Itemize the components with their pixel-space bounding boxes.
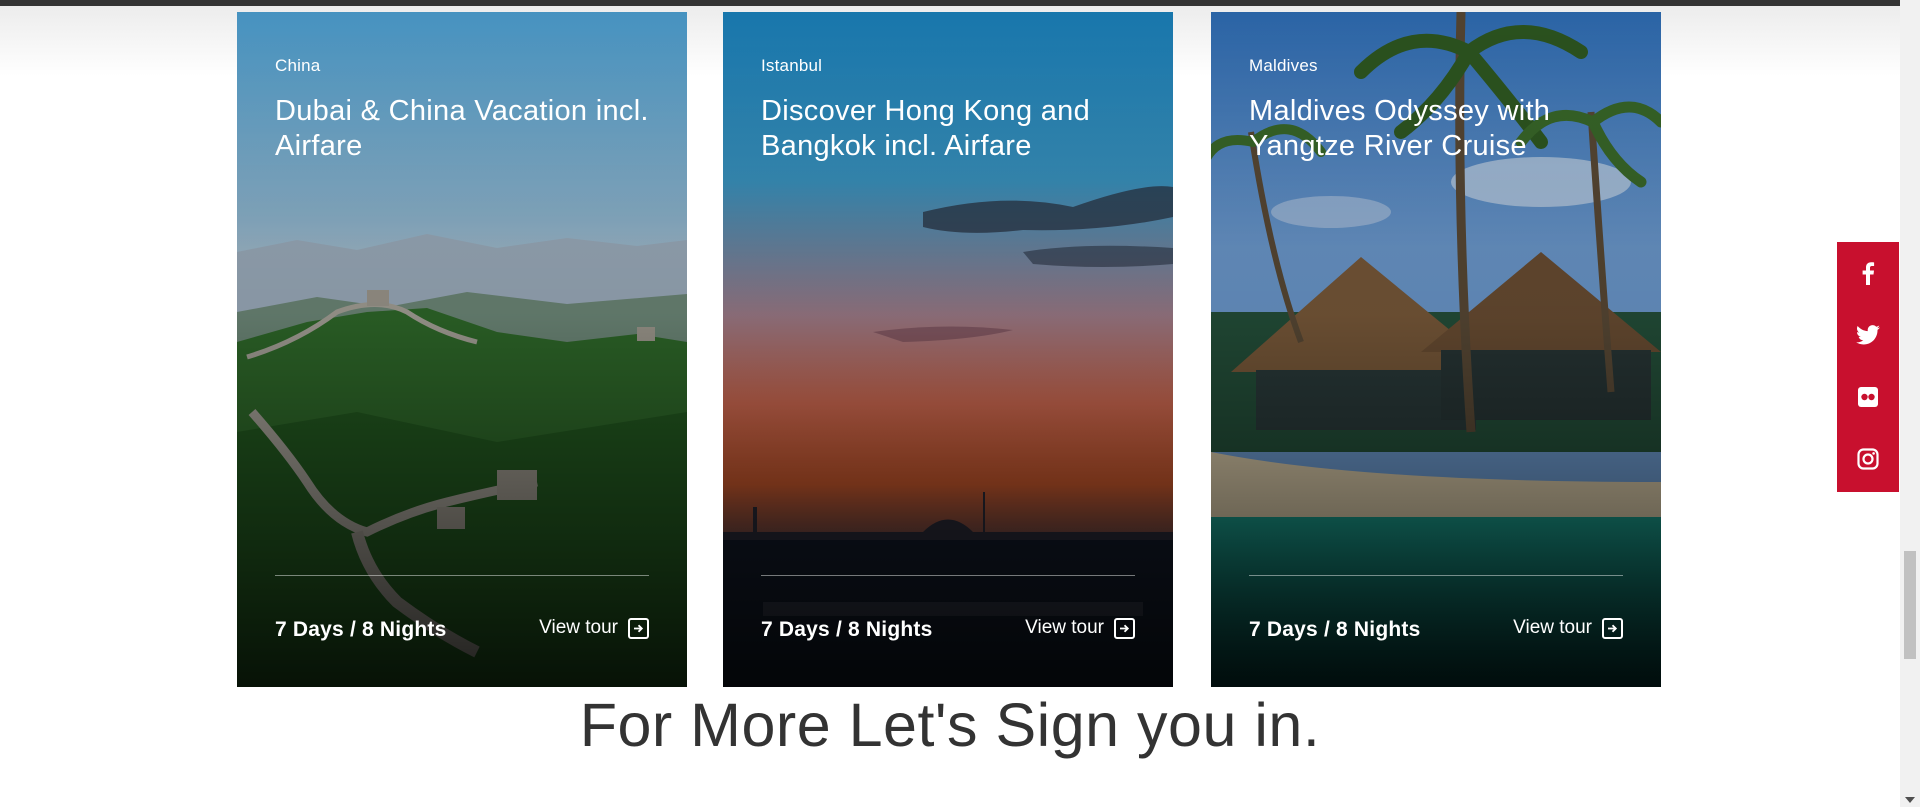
tour-location: Maldives	[1249, 56, 1318, 75]
tour-duration: 7 Days / 8 Nights	[275, 618, 447, 641]
view-tour-label: View tour	[1025, 617, 1104, 638]
scrollbar-thumb[interactable]	[1904, 551, 1916, 659]
arrow-right-icon	[1114, 617, 1135, 639]
tour-cards: China Dubai & China Vacation incl. Airfa…	[237, 12, 1661, 687]
tour-title[interactable]: Maldives Odyssey with Yangtze River Crui…	[1249, 94, 1639, 164]
facebook-icon[interactable]	[1837, 242, 1899, 304]
flickr-icon[interactable]	[1837, 366, 1899, 428]
tour-duration: 7 Days / 8 Nights	[761, 618, 933, 641]
view-tour-link[interactable]: View tour	[539, 617, 649, 639]
page-scrollbar[interactable]	[1900, 0, 1920, 807]
card-divider	[761, 575, 1135, 576]
view-tour-link[interactable]: View tour	[1513, 617, 1623, 639]
view-tour-link[interactable]: View tour	[1025, 617, 1135, 639]
card-divider	[1249, 575, 1623, 576]
tour-duration: 7 Days / 8 Nights	[1249, 618, 1421, 641]
tour-card: China Dubai & China Vacation incl. Airfa…	[237, 12, 687, 687]
view-tour-label: View tour	[539, 617, 618, 638]
twitter-icon[interactable]	[1837, 304, 1899, 366]
signin-heading: For More Let's Sign you in.	[579, 691, 1321, 759]
social-sidebar	[1837, 242, 1899, 492]
tour-title[interactable]: Dubai & China Vacation incl. Airfare	[275, 94, 665, 164]
tour-card: Istanbul Discover Hong Kong and Bangkok …	[723, 12, 1173, 687]
view-tour-label: View tour	[1513, 617, 1592, 638]
scroll-down-arrow-icon[interactable]	[1905, 797, 1915, 803]
tour-location: China	[275, 56, 321, 75]
arrow-right-icon	[1602, 617, 1623, 639]
tour-title[interactable]: Discover Hong Kong and Bangkok incl. Air…	[761, 94, 1151, 164]
arrow-right-icon	[628, 617, 649, 639]
tour-card: Maldives Maldives Odyssey with Yangtze R…	[1211, 12, 1661, 687]
card-divider	[275, 575, 649, 576]
instagram-icon[interactable]	[1837, 428, 1899, 490]
tour-location: Istanbul	[761, 56, 823, 75]
